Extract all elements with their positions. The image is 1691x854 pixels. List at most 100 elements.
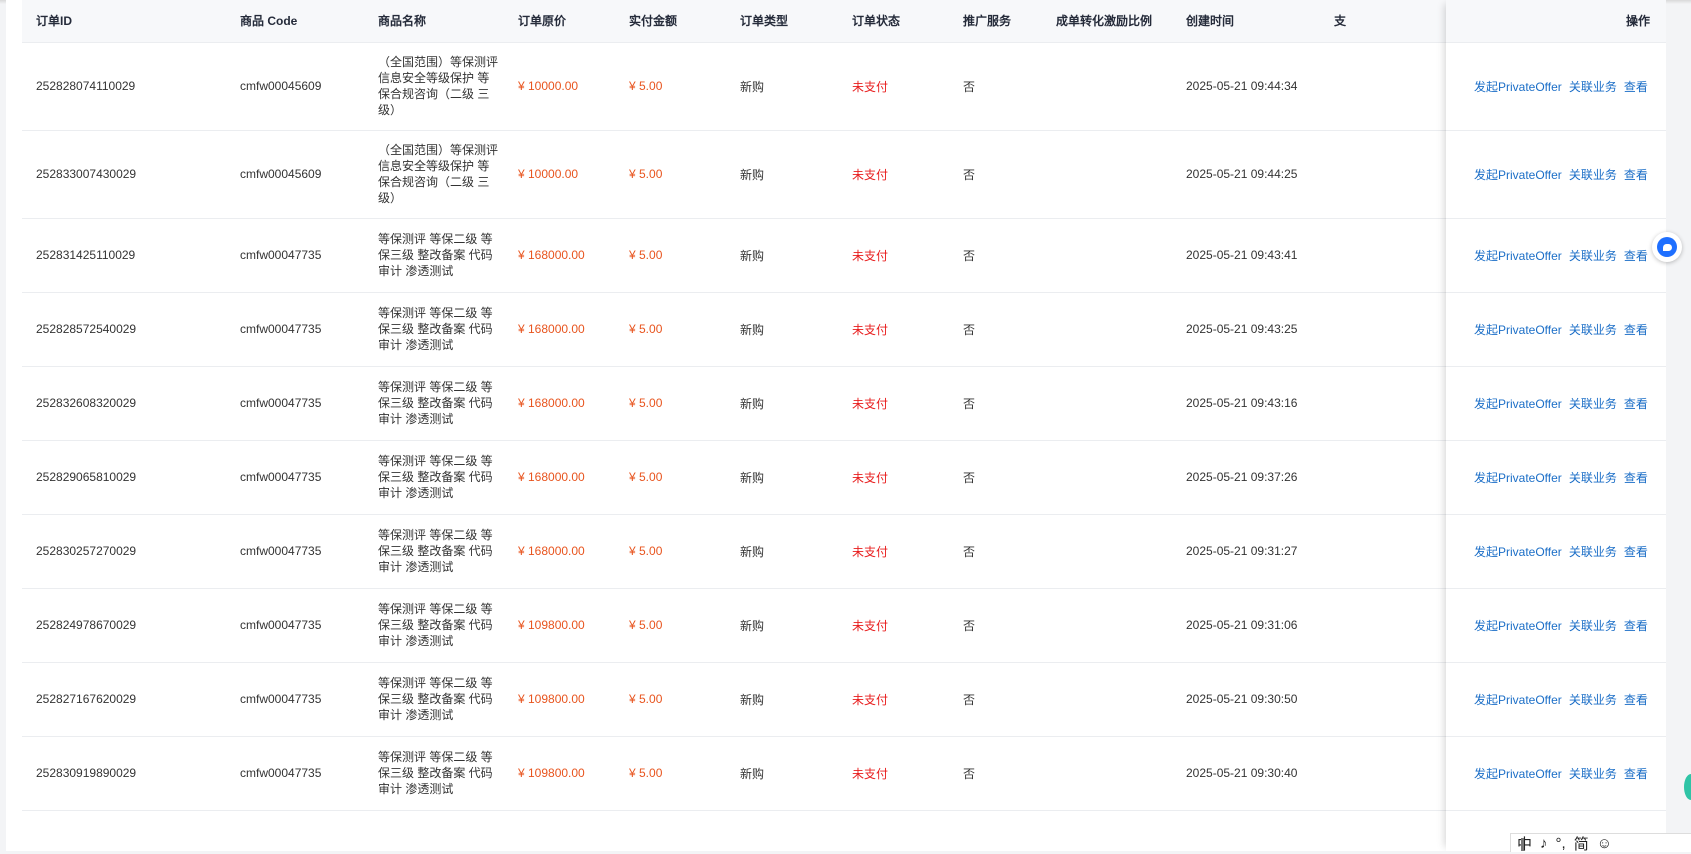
order-id-text: 252831425110029 xyxy=(36,248,136,262)
created-time-text: 2025-05-21 09:30:50 xyxy=(1186,692,1298,706)
private-offer-link[interactable]: 发起PrivateOffer xyxy=(1474,617,1562,634)
link-business-link[interactable]: 关联业务 xyxy=(1569,166,1617,183)
order-id-text: 252829065810029 xyxy=(36,470,137,484)
ime-punctuation[interactable]: °, xyxy=(1556,835,1566,852)
private-offer-link[interactable]: 发起PrivateOffer xyxy=(1474,765,1562,782)
order-id-text: 252827167620029 xyxy=(36,692,137,706)
order-status-text: 未支付 xyxy=(852,322,889,337)
view-link[interactable]: 查看 xyxy=(1624,395,1648,412)
view-link[interactable]: 查看 xyxy=(1624,765,1648,782)
cell-product-code: cmfw00047735 xyxy=(240,218,321,292)
cell-order-status: 未支付 xyxy=(852,440,888,514)
link-business-link[interactable]: 关联业务 xyxy=(1569,543,1617,560)
cell-order-type: 新购 xyxy=(740,440,764,514)
chat-float-button[interactable] xyxy=(1652,232,1682,262)
view-link[interactable]: 查看 xyxy=(1624,469,1648,486)
link-business-link[interactable]: 关联业务 xyxy=(1569,765,1617,782)
order-status-text: 未支付 xyxy=(852,544,889,559)
header-created-time: 创建时间 xyxy=(1186,14,1235,28)
original-price-text: ¥ 168000.00 xyxy=(518,322,585,336)
row-actions: 发起PrivateOffer 关联业务 查看 xyxy=(1474,130,1648,218)
cell-product-name: 等保测评 等保二级 等保三级 整改备案 代码审计 渗透测试 xyxy=(378,366,500,440)
cell-created-time: 2025-05-21 09:44:34 xyxy=(1186,42,1297,130)
row-actions: 发起PrivateOffer 关联业务 查看 xyxy=(1474,736,1648,810)
link-business-link[interactable]: 关联业务 xyxy=(1569,617,1617,634)
view-link[interactable]: 查看 xyxy=(1624,78,1648,95)
paid-amount-text: ¥ 5.00 xyxy=(629,470,663,484)
paid-amount-text: ¥ 5.00 xyxy=(629,79,663,93)
cell-order-type: 新购 xyxy=(740,662,764,736)
created-time-text: 2025-05-21 09:31:06 xyxy=(1186,618,1298,632)
paid-amount-text: ¥ 5.00 xyxy=(629,322,663,336)
private-offer-link[interactable]: 发起PrivateOffer xyxy=(1474,247,1562,264)
operations-row: 发起PrivateOffer 关联业务 查看 xyxy=(1446,130,1666,219)
order-id-text: 252824978670029 xyxy=(36,618,137,632)
cell-original-price: ¥ 168000.00 xyxy=(518,366,585,440)
private-offer-link[interactable]: 发起PrivateOffer xyxy=(1474,469,1562,486)
product-code-text: cmfw00047735 xyxy=(240,618,322,632)
cell-created-time: 2025-05-21 09:43:16 xyxy=(1186,366,1297,440)
cell-original-price: ¥ 168000.00 xyxy=(518,218,585,292)
link-business-link[interactable]: 关联业务 xyxy=(1569,321,1617,338)
cell-product-code: cmfw00045609 xyxy=(240,42,321,130)
cell-product-name: 等保测评 等保二级 等保三级 整改备案 代码审计 渗透测试 xyxy=(378,588,500,662)
product-code-text: cmfw00047735 xyxy=(240,692,322,706)
paid-amount-text: ¥ 5.00 xyxy=(629,248,663,262)
private-offer-link[interactable]: 发起PrivateOffer xyxy=(1474,78,1562,95)
view-link[interactable]: 查看 xyxy=(1624,321,1648,338)
ime-chinese-mode[interactable]: 中 xyxy=(1517,833,1532,854)
product-code-text: cmfw00047735 xyxy=(240,470,322,484)
product-name-text: 等保测评 等保二级 等保三级 整改备案 代码审计 渗透测试 xyxy=(378,528,493,574)
view-link[interactable]: 查看 xyxy=(1624,617,1648,634)
order-type-text: 新购 xyxy=(740,167,765,182)
view-link[interactable]: 查看 xyxy=(1624,543,1648,560)
cell-product-code: cmfw00047735 xyxy=(240,292,321,366)
private-offer-link[interactable]: 发起PrivateOffer xyxy=(1474,395,1562,412)
paid-amount-text: ¥ 5.00 xyxy=(629,618,663,632)
link-business-link[interactable]: 关联业务 xyxy=(1569,395,1617,412)
view-link[interactable]: 查看 xyxy=(1624,247,1648,264)
view-link[interactable]: 查看 xyxy=(1624,166,1648,183)
order-type-text: 新购 xyxy=(740,79,765,94)
view-link[interactable]: 查看 xyxy=(1624,691,1648,708)
cell-product-name: 等保测评 等保二级 等保三级 整改备案 代码审计 渗透测试 xyxy=(378,662,500,736)
private-offer-link[interactable]: 发起PrivateOffer xyxy=(1474,321,1562,338)
order-status-text: 未支付 xyxy=(852,248,889,263)
order-id-text: 252830919890029 xyxy=(36,766,137,780)
created-time-text: 2025-05-21 09:44:34 xyxy=(1186,79,1298,93)
order-id-text: 252832608320029 xyxy=(36,396,137,410)
link-business-link[interactable]: 关联业务 xyxy=(1569,691,1617,708)
original-price-text: ¥ 109800.00 xyxy=(518,618,585,632)
order-status-text: 未支付 xyxy=(852,79,889,94)
cell-paid-amount: ¥ 5.00 xyxy=(629,130,662,218)
ime-moon-icon[interactable]: ♪ xyxy=(1540,835,1548,852)
ime-emoji-icon[interactable]: ☺ xyxy=(1597,835,1612,852)
ime-simplified[interactable]: 简 xyxy=(1574,833,1589,854)
assistant-float-icon[interactable] xyxy=(1684,774,1691,800)
link-business-link[interactable]: 关联业务 xyxy=(1569,469,1617,486)
cell-created-time: 2025-05-21 09:30:40 xyxy=(1186,736,1297,810)
product-code-text: cmfw00045609 xyxy=(240,79,322,93)
cell-promotion: 否 xyxy=(963,366,975,440)
private-offer-link[interactable]: 发起PrivateOffer xyxy=(1474,543,1562,560)
paid-amount-text: ¥ 5.00 xyxy=(629,167,663,181)
cell-paid-amount: ¥ 5.00 xyxy=(629,366,662,440)
link-business-link[interactable]: 关联业务 xyxy=(1569,247,1617,264)
product-name-text: 等保测评 等保二级 等保三级 整改备案 代码审计 渗透测试 xyxy=(378,380,493,426)
promotion-text: 否 xyxy=(963,167,976,182)
cell-paid-amount: ¥ 5.00 xyxy=(629,662,662,736)
original-price-text: ¥ 168000.00 xyxy=(518,396,585,410)
order-status-text: 未支付 xyxy=(852,692,889,707)
order-id-text: 252833007430029 xyxy=(36,167,137,181)
private-offer-link[interactable]: 发起PrivateOffer xyxy=(1474,166,1562,183)
scrollbar-thumb[interactable] xyxy=(1521,838,1524,851)
cell-paid-amount: ¥ 5.00 xyxy=(629,218,662,292)
cell-paid-amount: ¥ 5.00 xyxy=(629,588,662,662)
private-offer-link[interactable]: 发起PrivateOffer xyxy=(1474,691,1562,708)
row-actions: 发起PrivateOffer 关联业务 查看 xyxy=(1474,440,1648,514)
table-row: 252828572540029 cmfw00047735 等保测评 等保二级 等保三… xyxy=(22,292,1666,367)
cell-order-status: 未支付 xyxy=(852,218,888,292)
cell-product-code: cmfw00047735 xyxy=(240,440,321,514)
row-actions: 发起PrivateOffer 关联业务 查看 xyxy=(1474,218,1648,292)
link-business-link[interactable]: 关联业务 xyxy=(1569,78,1617,95)
